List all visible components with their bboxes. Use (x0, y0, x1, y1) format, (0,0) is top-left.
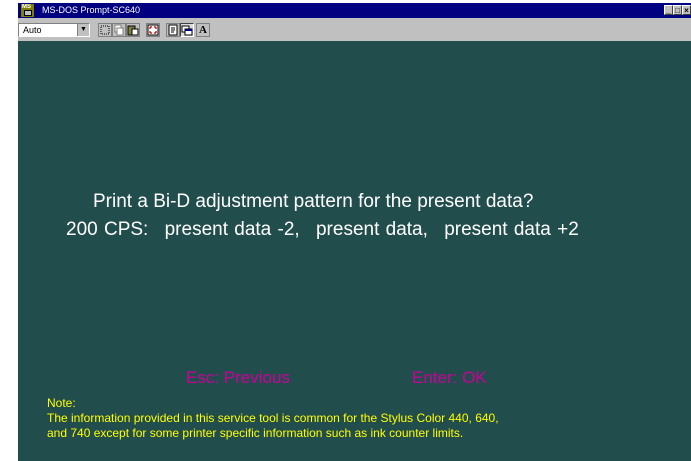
fullscreen-button[interactable] (146, 23, 160, 37)
properties-button[interactable] (166, 23, 180, 37)
mark-icon (100, 25, 110, 35)
background-button[interactable] (180, 23, 194, 37)
fullscreen-icon (147, 24, 159, 36)
ms-dos-icon-tile (24, 10, 32, 16)
ms-dos-window: MS MS-DOS Prompt-SC640 _ □ × Auto ▼ A Pr… (18, 3, 691, 461)
note-text-line-2: and 740 except for some printer specific… (47, 426, 464, 440)
chevron-down-icon[interactable]: ▼ (77, 24, 89, 36)
option-plus-two: present data +2 (444, 219, 579, 240)
minimize-button[interactable]: _ (664, 5, 673, 15)
note-text-line-1: The information provided in this service… (47, 411, 499, 425)
esc-previous-hint: Esc: Previous (186, 368, 290, 387)
window-title: MS-DOS Prompt-SC640 (42, 5, 141, 15)
font-size-value: Auto (23, 25, 42, 35)
prompt-options-line: 200 CPS: present data -2, present data, … (66, 219, 579, 241)
paste-icon (127, 25, 139, 36)
maximize-button[interactable]: □ (673, 5, 682, 15)
properties-icon (168, 24, 178, 36)
mark-button[interactable] (98, 23, 112, 37)
close-button[interactable]: × (682, 5, 691, 15)
prompt-question: Print a Bi-D adjustment pattern for the … (93, 191, 534, 212)
paste-button[interactable] (126, 23, 140, 37)
title-bar[interactable]: MS MS-DOS Prompt-SC640 _ □ × (18, 3, 691, 18)
speed-label: 200 CPS: (66, 219, 149, 240)
screen: MS MS-DOS Prompt-SC640 _ □ × Auto ▼ A Pr… (0, 0, 691, 461)
toolbar: Auto ▼ A (18, 18, 691, 41)
copy-button[interactable] (112, 23, 126, 37)
option-present: present data, (315, 219, 428, 240)
copy-icon (114, 24, 124, 36)
font-button[interactable]: A (196, 23, 210, 37)
option-minus-two: present data -2, (164, 219, 300, 240)
font-size-select[interactable]: Auto ▼ (18, 23, 90, 37)
enter-ok-hint: Enter: OK (412, 368, 487, 387)
note-label: Note: (47, 396, 76, 410)
ms-dos-icon[interactable]: MS (21, 4, 34, 17)
console-screen[interactable]: Print a Bi-D adjustment pattern for the … (18, 41, 691, 461)
background-icon (181, 25, 193, 36)
